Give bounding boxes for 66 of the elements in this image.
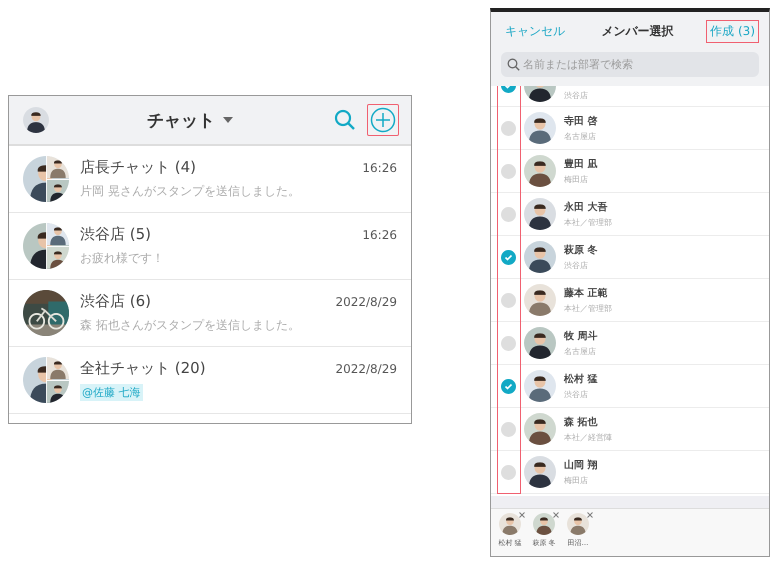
chat-row[interactable]: 店長チャット (4) 16:26 片岡 晃さんがスタンプを送信しました。: [9, 146, 411, 213]
member-row[interactable]: 萩原 冬 渋谷店: [491, 236, 769, 279]
checkbox[interactable]: [501, 250, 516, 264]
member-name: 牧 周斗: [564, 330, 598, 343]
member-department: 渋谷店: [564, 260, 589, 271]
search-field[interactable]: 名前または部署で検索: [501, 52, 759, 77]
checkmark-icon: [504, 382, 513, 390]
checkbox[interactable]: [501, 336, 516, 350]
member-name: 永田 大吾: [564, 200, 608, 214]
member-row[interactable]: 牧 周斗 名古屋店: [491, 322, 769, 365]
chat-title: 店長チャット (4): [80, 158, 196, 177]
chat-title: 全社チャット (20): [80, 359, 206, 378]
dropdown-caret-icon[interactable]: [223, 117, 233, 123]
remove-icon[interactable]: [519, 512, 525, 518]
remove-icon[interactable]: [587, 512, 593, 518]
member-name: 森 拓也: [564, 416, 598, 429]
chat-title: 渋谷店 (6): [80, 292, 152, 311]
member-department: 本社／経営陣: [564, 432, 612, 443]
message-preview: 森 拓也さんがスタンプを送信しました。: [80, 317, 301, 334]
checkbox[interactable]: [501, 464, 516, 480]
search-icon: [507, 58, 520, 71]
checkbox[interactable]: [501, 120, 516, 136]
chat-time: 2022/8/29: [335, 295, 397, 309]
chat-row[interactable]: 渋谷店 (6) 2022/8/29 森 拓也さんがスタンプを送信しました。: [9, 280, 411, 347]
checkbox[interactable]: [501, 378, 516, 394]
member-row[interactable]: 永田 大吾 本社／管理部: [491, 193, 769, 236]
chat-row[interactable]: 渋谷店 (5) 16:26 お疲れ様です！: [9, 213, 411, 280]
member-row[interactable]: 豊田 凪 梅田店: [491, 150, 769, 193]
remove-icon[interactable]: [553, 512, 559, 518]
mention-tag: @佐藤 七海: [80, 384, 142, 401]
chat-time: 16:26: [362, 161, 397, 175]
chat-time: 2022/8/29: [335, 362, 397, 376]
new-chat-button[interactable]: [367, 104, 399, 136]
checkbox[interactable]: [501, 422, 516, 436]
checkbox[interactable]: [501, 292, 516, 308]
chat-row[interactable]: 全社チャット (20) 2022/8/29 @佐藤 七海: [9, 347, 411, 414]
checkbox[interactable]: [501, 206, 516, 222]
member-name: 山岡 翔: [564, 458, 598, 472]
member-name: 藤本 正範: [564, 286, 608, 300]
member-department: 本社／管理部: [564, 217, 612, 228]
member-name: 松村 猛: [564, 372, 598, 386]
member-row[interactable]: 藤本 正範 本社／管理部: [491, 279, 769, 322]
plus-icon: [370, 107, 396, 133]
member-row[interactable]: 山岡 翔 梅田店: [491, 451, 769, 494]
member-department: 名古屋店: [564, 131, 597, 142]
member-row[interactable]: 寺田 啓 名古屋店: [491, 107, 769, 150]
member-row[interactable]: 森 拓也 本社／経営陣: [491, 408, 769, 451]
member-department: 渋谷店: [564, 389, 589, 400]
checkbox[interactable]: [501, 164, 516, 178]
member-department: 渋谷店: [564, 90, 588, 101]
member-department: 梅田店: [564, 475, 589, 486]
member-row[interactable]: 松村 猛 渋谷店: [491, 365, 769, 408]
message-preview: 片岡 晃さんがスタンプを送信しました。: [80, 183, 301, 200]
screen-title: チャット: [147, 110, 215, 132]
member-department: 名古屋店: [564, 346, 597, 357]
member-department: 梅田店: [564, 174, 589, 185]
chat-title: 渋谷店 (5): [80, 225, 152, 244]
member-name: 萩原 冬: [564, 244, 598, 257]
chat-time: 16:26: [362, 228, 397, 242]
member-name: 豊田 凪: [564, 158, 598, 171]
message-preview: お疲れ様です！: [80, 250, 165, 267]
member-department: 本社／管理部: [564, 303, 612, 314]
checkmark-icon: [504, 252, 513, 262]
member-name: 寺田 啓: [564, 114, 598, 128]
dialog-title: メンバー選択: [602, 23, 674, 40]
search-icon: [334, 109, 356, 131]
